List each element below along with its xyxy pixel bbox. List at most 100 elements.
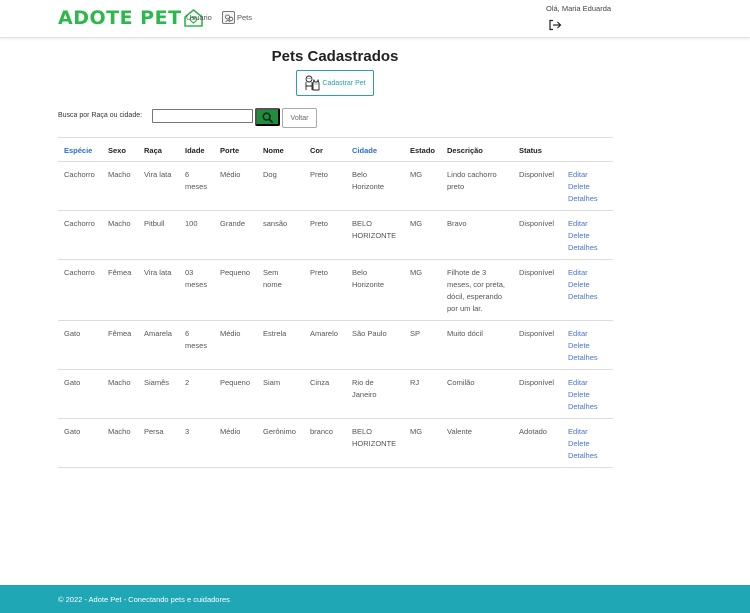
cell-cidade: São Paulo <box>346 320 404 370</box>
column-header: Raça <box>138 137 179 162</box>
pet-icon <box>222 11 235 24</box>
delete-link[interactable]: Delete <box>568 181 607 193</box>
search-button[interactable] <box>255 108 280 126</box>
page: ADOTE PET Usuário Pets Olá, Maria Eduard… <box>0 0 750 613</box>
cell-nome: Dog <box>257 161 304 211</box>
voltar-button[interactable]: Voltar <box>282 108 317 128</box>
cell-especie: Gato <box>58 369 102 419</box>
cell-porte: Médio <box>214 418 257 468</box>
search-icon <box>262 111 273 123</box>
table-row: Cachorro Fêmea Vira lata 03 meses Pequeno Sem… <box>58 259 613 321</box>
table-body: Cachorro Macho Vira lata 6 meses Médio Dog Pre… <box>58 161 613 468</box>
cell-cor: Preto <box>304 161 346 211</box>
cell-raca: Pitbull <box>138 210 179 260</box>
editar-link[interactable]: Editar <box>568 426 607 438</box>
cadastrar-pet-button[interactable]: Cadastrar Pet <box>296 70 374 96</box>
editar-link[interactable]: Editar <box>568 377 607 389</box>
column-header[interactable]: Cidade <box>346 137 404 162</box>
cell-status: Disponível <box>513 369 563 419</box>
cell-raca: Persa <box>138 418 179 468</box>
table-row: Gato Fêmea Amarela 6 meses Médio Estrela Amare… <box>58 320 613 370</box>
cell-porte: Pequeno <box>214 259 257 321</box>
nav-pets-label: Pets <box>237 13 253 22</box>
cell-estado: MG <box>404 210 442 260</box>
detalhes-link[interactable]: Detalhes <box>568 242 607 254</box>
cell-raca: Siamês <box>138 369 179 419</box>
cell-especie: Cachorro <box>58 210 102 260</box>
footer-text: © 2022 - Adote Pet - Conectando pets e c… <box>58 595 230 604</box>
cell-cor: Cinza <box>304 369 346 419</box>
detalhes-link[interactable]: Detalhes <box>568 450 607 462</box>
detalhes-link[interactable]: Detalhes <box>568 401 607 413</box>
delete-link[interactable]: Delete <box>568 389 607 401</box>
cell-cor: branco <box>304 418 346 468</box>
editar-link[interactable]: Editar <box>568 267 607 279</box>
logo[interactable]: ADOTE PET <box>58 7 204 29</box>
editar-link[interactable]: Editar <box>568 328 607 340</box>
detalhes-link[interactable]: Detalhes <box>568 352 607 364</box>
delete-link[interactable]: Delete <box>568 438 607 450</box>
row-actions: Editar Delete Detalhes <box>562 418 613 468</box>
cell-raca: Vira lata <box>138 161 179 211</box>
cell-estado: MG <box>404 418 442 468</box>
column-header: Cor <box>304 137 346 162</box>
cell-idade: 2 <box>179 369 214 419</box>
cell-idade: 6 meses <box>179 161 214 211</box>
cell-cidade: Belo Horizonte <box>346 259 404 321</box>
cell-especie: Cachorro <box>58 259 102 321</box>
delete-link[interactable]: Delete <box>568 279 607 291</box>
dog-cat-icon <box>305 75 320 91</box>
cadastrar-pet-label: Cadastrar Pet <box>322 79 366 87</box>
detalhes-link[interactable]: Detalhes <box>568 291 607 303</box>
column-header: Descrição <box>441 137 514 162</box>
delete-link[interactable]: Delete <box>568 230 607 242</box>
delete-link[interactable]: Delete <box>568 340 607 352</box>
table-header: Espécie Sexo Raça Idade Porte Nome Cor Cidade Es… <box>58 137 613 162</box>
cell-sexo: Macho <box>102 210 138 260</box>
cell-descricao: Valente <box>441 418 514 468</box>
navbar: ADOTE PET Usuário Pets Olá, Maria Eduard… <box>0 0 750 38</box>
row-actions: Editar Delete Detalhes <box>562 320 613 370</box>
cell-descricao: Muito dócil <box>441 320 514 370</box>
cell-nome: Gerônimo <box>257 418 304 468</box>
cell-idade: 6 meses <box>179 320 214 370</box>
cell-nome: Sem nome <box>257 259 304 321</box>
cell-estado: MG <box>404 259 442 321</box>
editar-link[interactable]: Editar <box>568 218 607 230</box>
cell-especie: Gato <box>58 320 102 370</box>
cell-estado: SP <box>404 320 442 370</box>
cell-cor: Preto <box>304 210 346 260</box>
cell-especie: Gato <box>58 418 102 468</box>
column-header: Nome <box>257 137 304 162</box>
row-actions: Editar Delete Detalhes <box>562 259 613 321</box>
cell-sexo: Macho <box>102 369 138 419</box>
table-row: Cachorro Macho Pitbull 100 Grande sansão Preto… <box>58 210 613 260</box>
search-input[interactable] <box>152 109 253 123</box>
nav-usuario[interactable]: Usuário <box>186 13 212 22</box>
editar-link[interactable]: Editar <box>568 169 607 181</box>
cell-sexo: Macho <box>102 161 138 211</box>
cell-porte: Médio <box>214 320 257 370</box>
logout-button[interactable] <box>548 18 562 31</box>
user-greeting: Olá, Maria Eduarda <box>546 4 612 13</box>
row-actions: Editar Delete Detalhes <box>562 210 613 260</box>
header-row: Espécie Sexo Raça Idade Porte Nome Cor Cidade Es… <box>58 137 613 162</box>
logout-icon <box>549 19 562 31</box>
cell-sexo: Macho <box>102 418 138 468</box>
logo-text: ADOTE PET <box>58 7 182 29</box>
cell-idade: 3 <box>179 418 214 468</box>
column-header[interactable]: Espécie <box>58 137 102 162</box>
cell-descricao: Bravo <box>441 210 514 260</box>
detalhes-link[interactable]: Detalhes <box>568 193 607 205</box>
nav-pets[interactable]: Pets <box>222 11 252 24</box>
row-actions: Editar Delete Detalhes <box>562 369 613 419</box>
cell-idade: 100 <box>179 210 214 260</box>
cell-nome: Siam <box>257 369 304 419</box>
cell-idade: 03 meses <box>179 259 214 321</box>
cell-raca: Amarela <box>138 320 179 370</box>
cell-nome: sansão <box>257 210 304 260</box>
cell-cor: Amarelo <box>304 320 346 370</box>
search-label: Busca por Raça ou cidade: <box>58 112 143 119</box>
page-title: Pets Cadastrados <box>271 48 399 65</box>
cell-descricao: Comilão <box>441 369 514 419</box>
